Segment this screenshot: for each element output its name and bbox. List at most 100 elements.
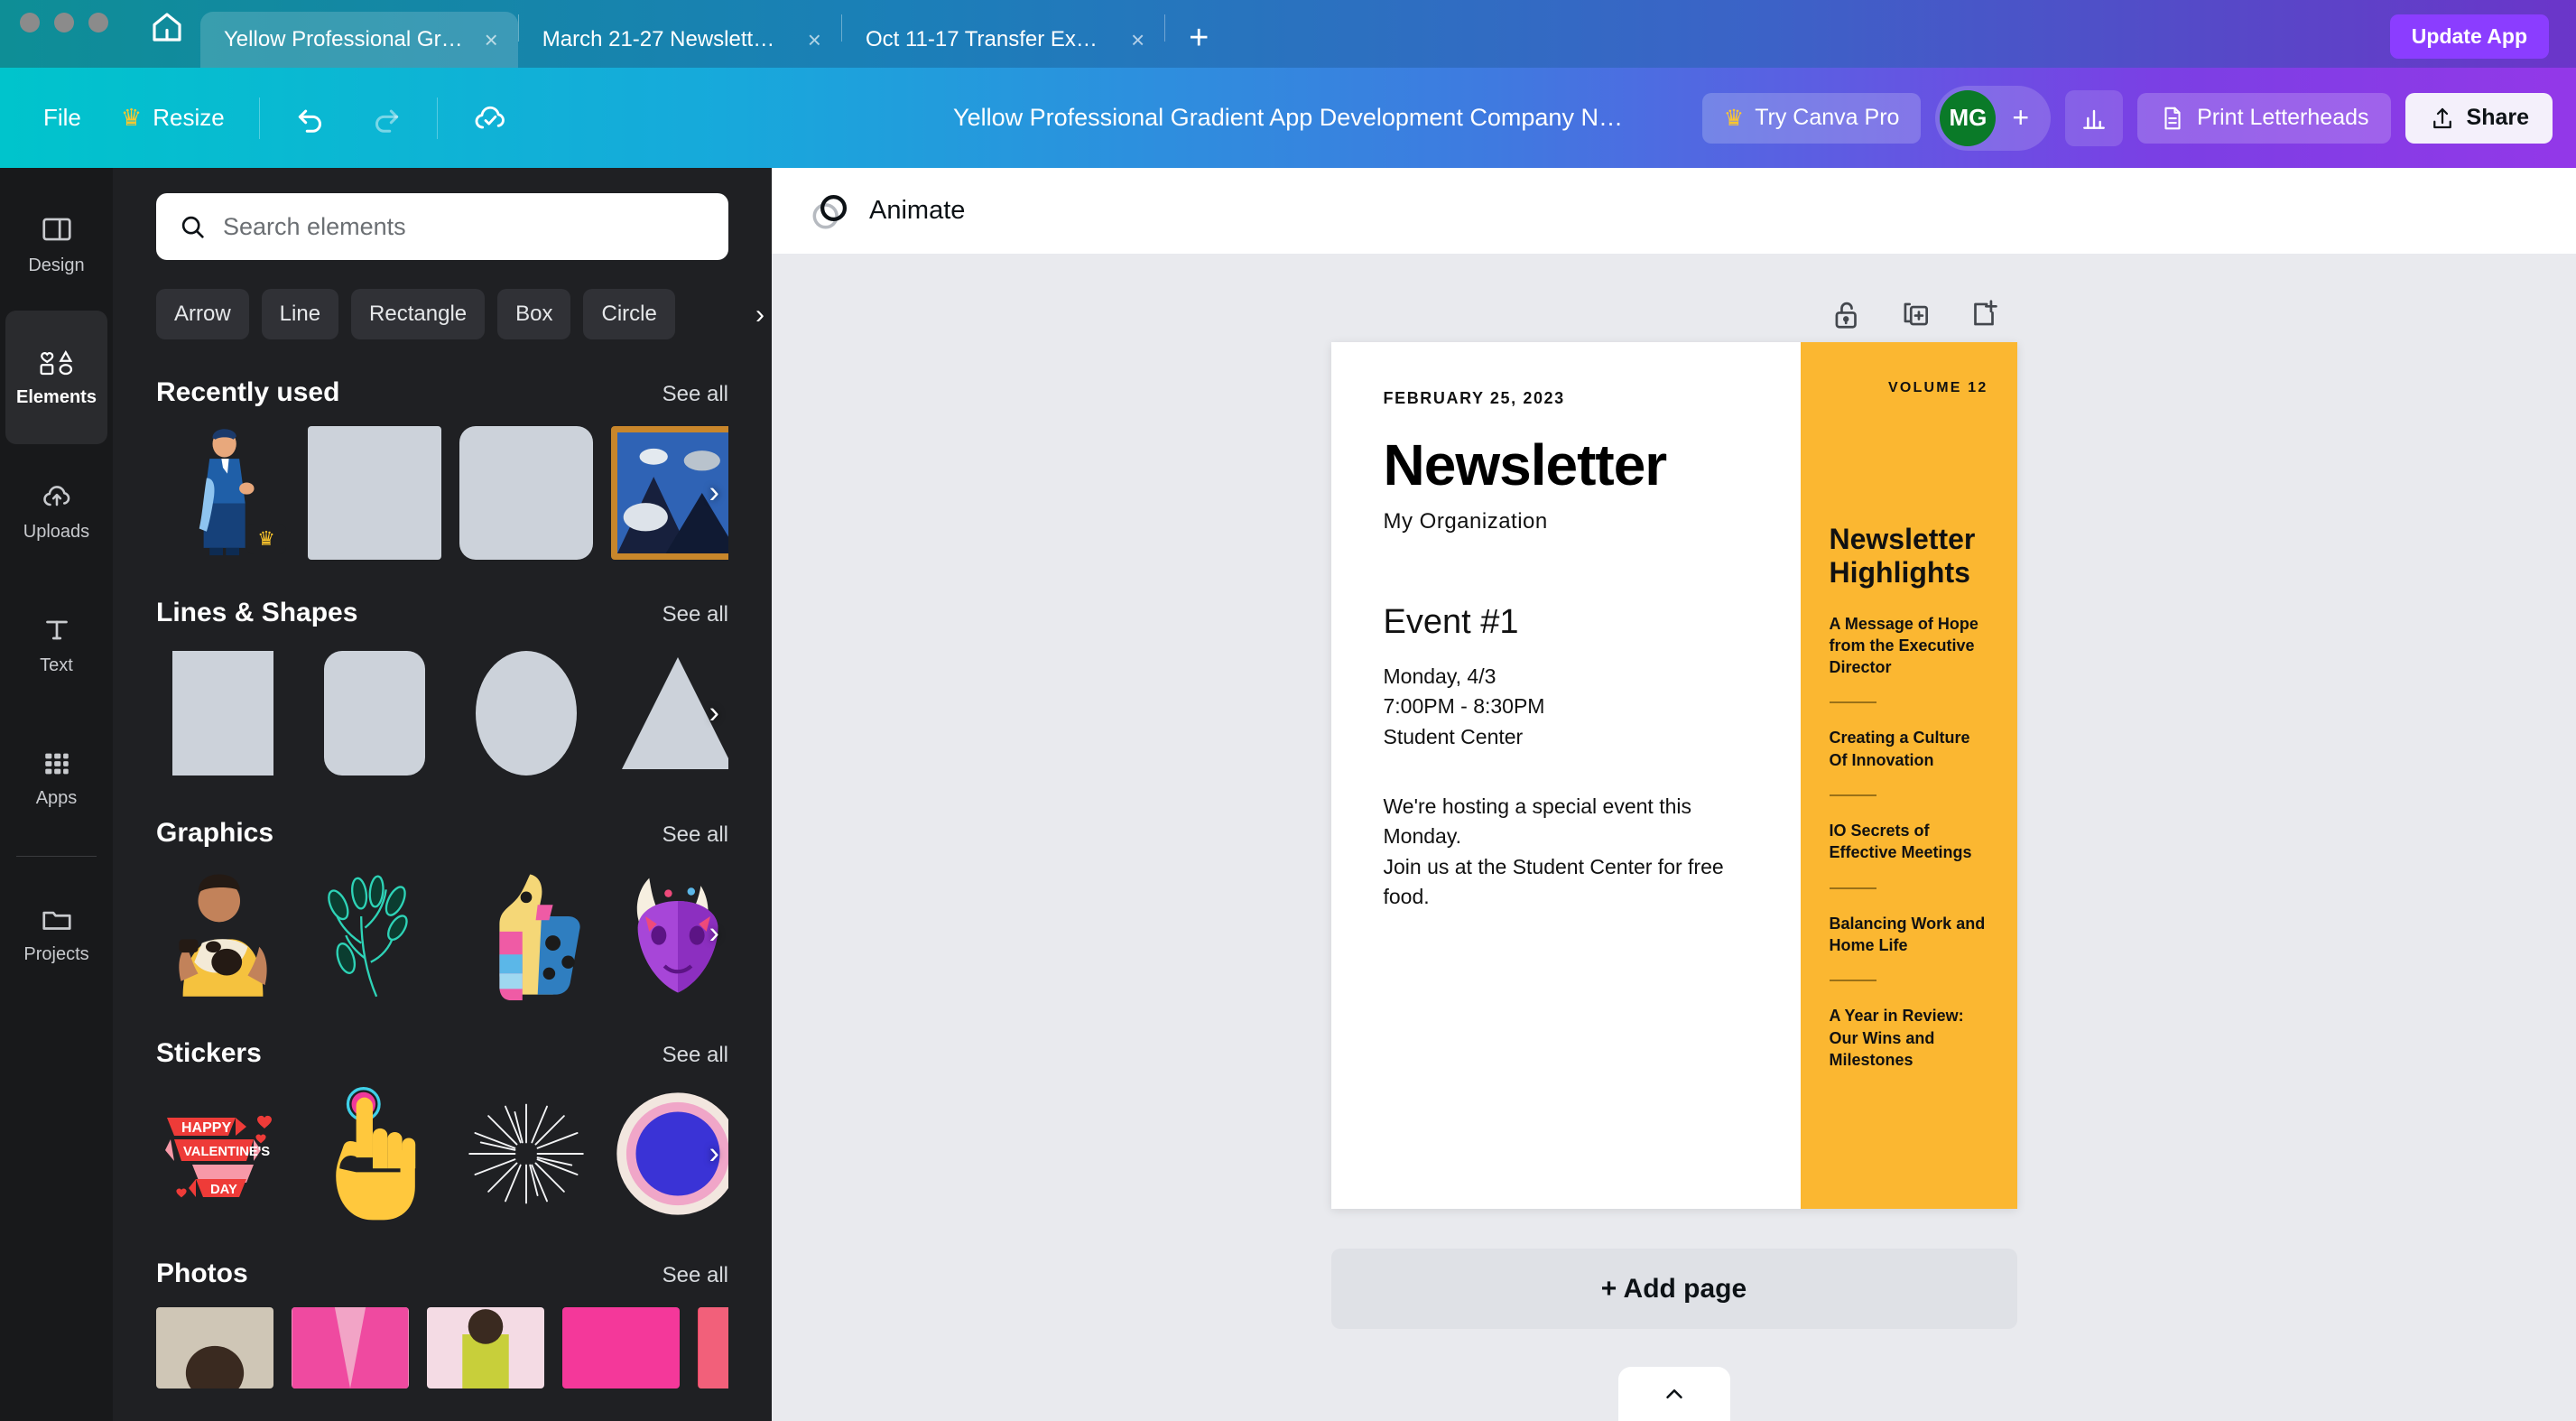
highlight-item[interactable]: Balancing Work and Home Life <box>1830 913 1988 957</box>
newsletter-event-details[interactable]: Monday, 4/3 7:00PM - 8:30PM Student Cent… <box>1384 662 1748 752</box>
highlight-item[interactable]: A Year in Review: Our Wins and Milestone… <box>1830 1005 1988 1071</box>
element-red-dress-photo[interactable] <box>698 1307 728 1388</box>
minimize-window-button[interactable] <box>54 12 74 33</box>
newsletter-date[interactable]: FEBRUARY 25, 2023 <box>1384 389 1748 408</box>
page-tools <box>1331 297 2017 331</box>
newsletter-volume[interactable]: VOLUME 12 <box>1830 380 1988 396</box>
newsletter-event-title[interactable]: Event #1 <box>1384 603 1748 642</box>
newsletter-title[interactable]: Newsletter <box>1384 432 1748 498</box>
section-items-row[interactable]: HAPPY VALENTINE'S DAY › <box>156 1087 728 1221</box>
unlock-icon[interactable] <box>1830 297 1864 331</box>
see-all-link[interactable]: See all <box>663 1043 728 1068</box>
search-placeholder: Search elements <box>223 212 406 240</box>
element-pointing-hand[interactable] <box>308 1087 441 1221</box>
close-window-button[interactable] <box>20 12 40 33</box>
text-icon <box>41 614 73 646</box>
scroll-up-button[interactable] <box>1617 1367 1730 1421</box>
section-items-row[interactable]: › <box>156 867 728 1000</box>
new-tab-button[interactable]: + <box>1165 21 1232 68</box>
section-items-row[interactable] <box>156 1307 728 1388</box>
document-title[interactable]: Yellow Professional Gradient App Develop… <box>953 104 1623 132</box>
element-pink-fabric-photo[interactable] <box>562 1307 680 1388</box>
element-gray-rounded-rectangle[interactable] <box>459 426 593 560</box>
sidebar-item-uploads[interactable]: Uploads <box>5 444 107 578</box>
chevron-right-icon[interactable]: › <box>709 1137 719 1172</box>
see-all-link[interactable]: See all <box>663 382 728 407</box>
chip-line[interactable]: Line <box>261 289 339 339</box>
chevron-right-icon[interactable]: › <box>755 300 764 330</box>
add-page-icon[interactable] <box>1967 297 2001 331</box>
element-square-shape[interactable] <box>156 646 290 780</box>
highlight-item[interactable]: Creating a Culture Of Innovation <box>1830 727 1988 771</box>
animate-label[interactable]: Animate <box>869 196 965 226</box>
section-items-row[interactable]: ♛ › <box>156 426 728 560</box>
add-collaborator-button[interactable]: + <box>2005 101 2036 135</box>
search-input[interactable]: Search elements <box>156 193 728 260</box>
element-plant-branch[interactable] <box>308 867 441 1000</box>
chip-circle[interactable]: Circle <box>583 289 675 339</box>
print-letterheads-button[interactable]: Print Letterheads <box>2137 92 2391 144</box>
left-rail: Design Elements Uploads Text Apps Projec… <box>0 168 113 1421</box>
element-portrait-photo[interactable] <box>156 1307 273 1388</box>
browser-tab-1[interactable]: March 21-27 Newslette… × <box>519 12 841 68</box>
chip-box[interactable]: Box <box>497 289 571 339</box>
undo-button[interactable] <box>274 92 348 144</box>
element-yellow-jacket-photo[interactable] <box>427 1307 544 1388</box>
browser-tab-0[interactable]: Yellow Professional Gr… × <box>200 12 518 68</box>
redo-button[interactable] <box>348 92 422 144</box>
element-rounded-square-shape[interactable] <box>308 646 441 780</box>
element-starburst[interactable] <box>459 1087 593 1221</box>
sidebar-item-label: Text <box>40 655 73 675</box>
element-happy-valentines-day-ribbon[interactable]: HAPPY VALENTINE'S DAY <box>156 1087 290 1221</box>
newsletter-organization[interactable]: My Organization <box>1384 509 1748 534</box>
close-icon[interactable]: × <box>1118 28 1144 51</box>
chevron-right-icon[interactable]: › <box>709 916 719 952</box>
maximize-window-button[interactable] <box>88 12 108 33</box>
try-canva-pro-button[interactable]: ♛ Try Canva Pro <box>1701 92 1922 144</box>
see-all-link[interactable]: See all <box>663 602 728 627</box>
newsletter-body[interactable]: We're hosting a special event this Monda… <box>1384 792 1748 912</box>
close-icon[interactable]: × <box>795 28 821 51</box>
element-circle-shape[interactable] <box>459 646 593 780</box>
crown-icon: ♛ <box>120 104 143 131</box>
element-person-holding-cat[interactable] <box>156 867 290 1000</box>
add-page-button[interactable]: + Add page <box>1330 1249 2017 1330</box>
section-header: Lines & Shapes See all <box>156 598 728 628</box>
element-businessman-illustration[interactable]: ♛ <box>156 426 290 560</box>
chip-arrow[interactable]: Arrow <box>156 289 249 339</box>
home-button[interactable] <box>134 0 200 68</box>
tab-title: Oct 11-17 Transfer Exp… <box>865 27 1109 51</box>
sidebar-item-projects[interactable]: Projects <box>5 868 107 1001</box>
sidebar-item-elements[interactable]: Elements <box>5 311 107 444</box>
element-gray-rectangle[interactable] <box>308 426 441 560</box>
folder-icon <box>40 905 74 935</box>
section-title: Recently used <box>156 377 340 407</box>
chevron-right-icon[interactable]: › <box>709 476 719 511</box>
file-menu-button[interactable]: File <box>23 95 101 141</box>
see-all-link[interactable]: See all <box>663 1263 728 1288</box>
sidebar-item-text[interactable]: Text <box>5 578 107 711</box>
share-button[interactable]: Share <box>2405 92 2553 144</box>
insights-button[interactable] <box>2065 89 2124 146</box>
chip-rectangle[interactable]: Rectangle <box>351 289 486 339</box>
chevron-right-icon[interactable]: › <box>709 696 719 731</box>
resize-button[interactable]: ♛ Resize <box>101 95 245 141</box>
newsletter-highlights-title[interactable]: Newsletter Highlights <box>1830 523 1988 590</box>
saved-status-button[interactable] <box>452 91 528 145</box>
collaborators-group[interactable]: MG + <box>1935 85 2052 151</box>
browser-tab-2[interactable]: Oct 11-17 Transfer Exp… × <box>842 12 1164 68</box>
highlight-item[interactable]: A Message of Hope from the Executive Dir… <box>1830 613 1988 679</box>
element-patterned-thumbs-up[interactable] <box>459 867 593 1000</box>
sidebar-item-apps[interactable]: Apps <box>5 711 107 845</box>
see-all-link[interactable]: See all <box>663 822 728 848</box>
element-pink-suit-photo[interactable] <box>292 1307 409 1388</box>
duplicate-icon[interactable] <box>1898 297 1932 331</box>
apps-grid-icon <box>42 748 72 779</box>
close-icon[interactable]: × <box>472 28 498 51</box>
highlight-item[interactable]: IO Secrets of Effective Meetings <box>1830 820 1988 864</box>
newsletter-page[interactable]: FEBRUARY 25, 2023 Newsletter My Organiza… <box>1330 342 2017 1210</box>
section-items-row[interactable]: › <box>156 646 728 780</box>
sidebar-item-design[interactable]: Design <box>5 177 107 311</box>
avatar[interactable]: MG <box>1940 89 1997 146</box>
update-app-button[interactable]: Update App <box>2389 14 2549 59</box>
